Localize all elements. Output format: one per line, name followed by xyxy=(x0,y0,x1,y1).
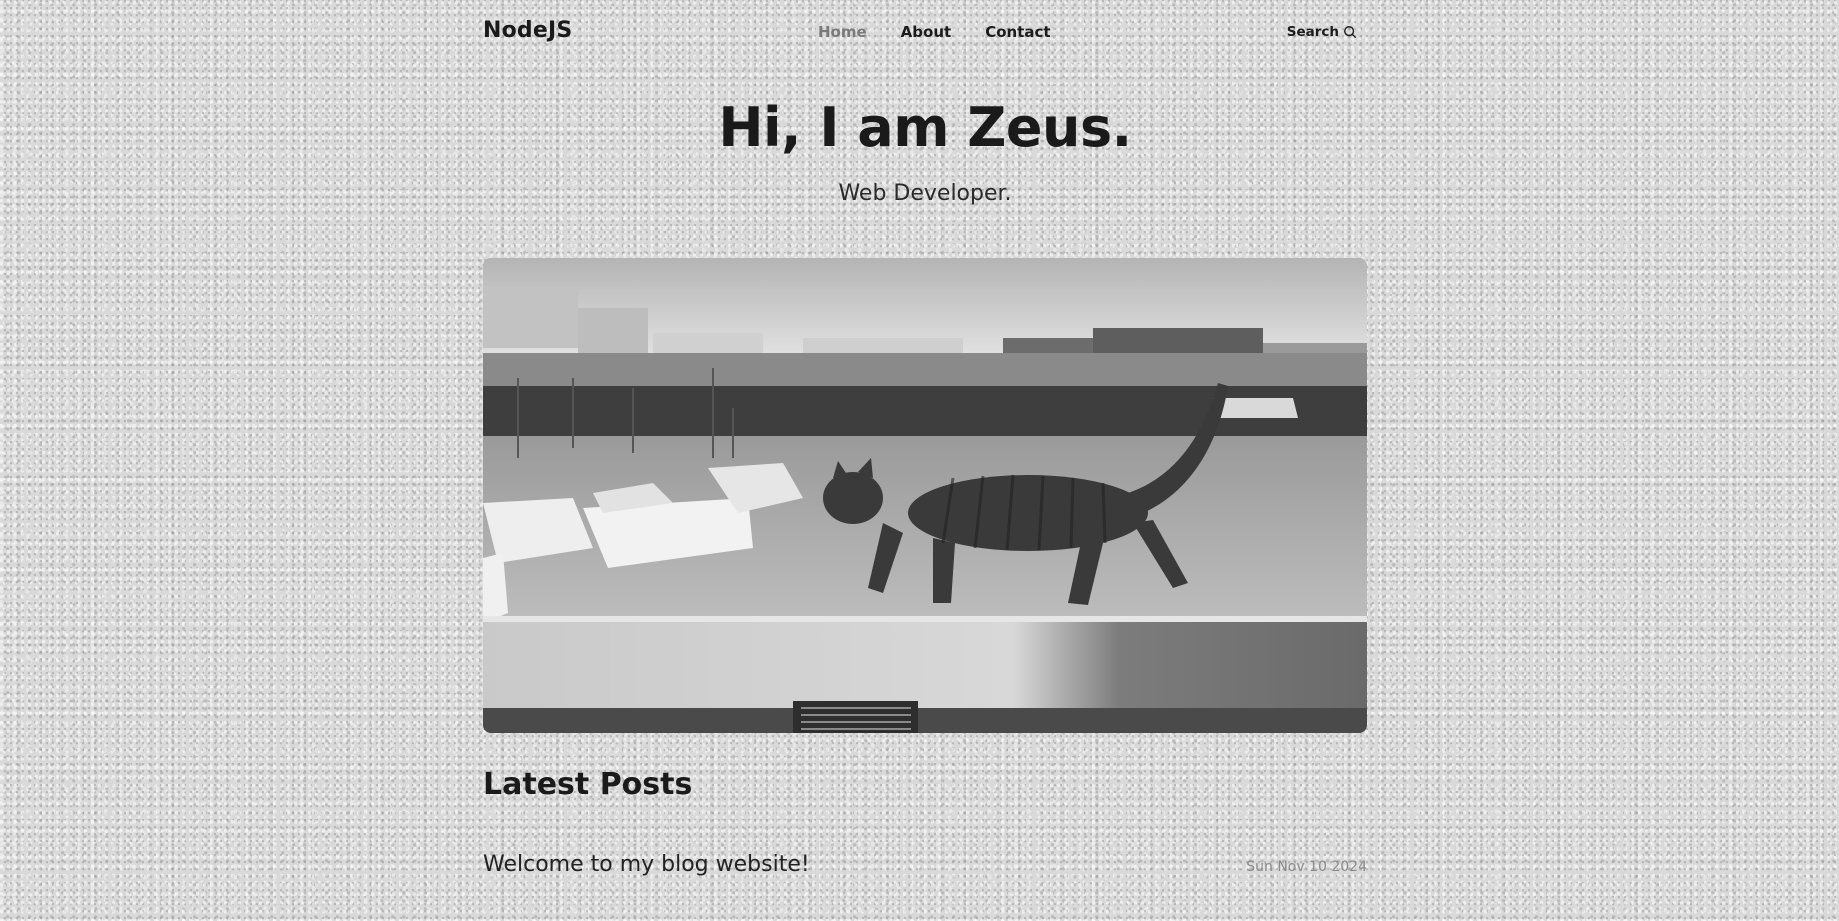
nav-link-about[interactable]: About xyxy=(901,23,952,41)
search-icon xyxy=(1343,25,1357,39)
nav-item-about: About xyxy=(901,22,952,41)
site-header: NodeJS Home About Contact Search xyxy=(483,0,1367,66)
nav-item-home: Home xyxy=(818,22,867,41)
search-button[interactable]: Search xyxy=(1287,24,1357,40)
hero-title: Hi, I am Zeus. xyxy=(718,96,1132,159)
post-title: Welcome to my blog website! xyxy=(483,852,810,877)
search-button-label: Search xyxy=(1286,24,1339,40)
page-container: NodeJS Home About Contact Search Hi, I a… xyxy=(483,0,1367,877)
post-date: Sun Nov 10 2024 xyxy=(1246,859,1367,875)
hero-image xyxy=(483,258,1367,733)
hero-subtitle: Web Developer. xyxy=(838,181,1012,206)
latest-posts-heading: Latest Posts xyxy=(483,767,693,802)
site-logo[interactable]: NodeJS xyxy=(483,18,572,43)
nav-item-contact: Contact xyxy=(985,22,1050,41)
cat-harbor-photo xyxy=(483,258,1367,733)
main-nav: Home About Contact xyxy=(818,22,1051,41)
nav-link-contact[interactable]: Contact xyxy=(985,23,1050,41)
nav-link-home[interactable]: Home xyxy=(818,23,867,41)
post-item[interactable]: Welcome to my blog website! Sun Nov 10 2… xyxy=(483,852,1367,877)
